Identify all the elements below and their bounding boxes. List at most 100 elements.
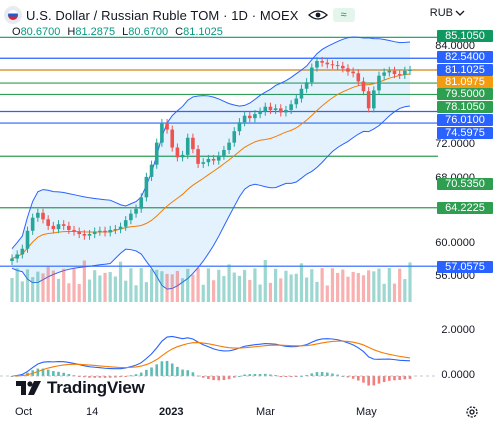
macd-line <box>11 335 411 377</box>
macd-histogram-bar <box>207 376 210 380</box>
settings-gear-icon[interactable] <box>465 405 479 419</box>
candle-body <box>118 226 123 230</box>
candle-body <box>346 68 350 72</box>
volume-bar <box>56 278 61 302</box>
level-tag[interactable]: 57.0575 <box>437 261 493 273</box>
volume-bar <box>242 269 247 302</box>
candle-body <box>77 231 81 235</box>
price-chart[interactable] <box>0 0 497 423</box>
volume-bar <box>284 270 288 302</box>
wave-icon[interactable]: ≈ <box>332 8 355 22</box>
volume-bar <box>248 280 252 302</box>
candle-body <box>222 149 226 156</box>
level-tag[interactable]: 79.5000 <box>437 88 493 100</box>
volume-bar <box>403 279 407 302</box>
volume-bar <box>72 268 76 302</box>
macd-histogram-bar <box>165 360 169 376</box>
brand-logo[interactable]: TradingView <box>16 378 145 398</box>
volume-bar <box>382 283 386 302</box>
symbol-flag-icon <box>4 6 22 24</box>
macd-histogram-bar <box>57 371 60 376</box>
volume-bar <box>211 280 216 302</box>
level-tag[interactable]: 82.5400 <box>437 51 493 63</box>
candle-body <box>408 69 412 71</box>
candle-body <box>113 229 118 231</box>
volume-bar <box>408 262 412 302</box>
candle-body <box>108 229 113 233</box>
macd-histogram-bar <box>46 369 50 376</box>
candle-body <box>366 91 371 109</box>
candle-body <box>180 154 185 158</box>
candle-body <box>170 129 175 148</box>
level-tag[interactable]: 85.1050 <box>437 30 493 42</box>
level-tag[interactable]: 81.1025 <box>437 64 493 76</box>
candle-body <box>387 70 392 73</box>
candle-body <box>382 72 386 76</box>
macd-histogram-bar <box>367 376 370 386</box>
volume-bar <box>346 276 350 302</box>
symbol-title[interactable]: U.S. Dollar / Russian Ruble TOM · 1D · M… <box>26 8 299 23</box>
time-axis-label: Mar <box>256 406 275 418</box>
macd-histogram-bar <box>357 376 360 381</box>
price-axis-label: 60.0000 <box>435 237 475 249</box>
volume-bar <box>62 268 66 302</box>
eye-icon[interactable] <box>307 8 329 22</box>
volume-bar <box>124 280 128 302</box>
candle-body <box>377 75 381 91</box>
volume-bar <box>377 268 381 302</box>
macd-histogram-bar <box>212 376 215 381</box>
candle-body <box>103 230 107 233</box>
candle-body <box>284 109 288 113</box>
macd-histogram-bar <box>284 376 288 377</box>
macd-axis-label: 0.0000 <box>441 369 475 381</box>
candle-body <box>216 155 221 161</box>
candle-body <box>335 65 340 67</box>
volume-bar <box>222 276 226 302</box>
volume-bar <box>253 268 257 302</box>
macd-histogram-bar <box>191 372 195 376</box>
volume-bar <box>108 272 112 302</box>
candle-body <box>36 212 40 218</box>
volume-bar <box>217 269 221 302</box>
macd-histogram-bar <box>181 369 184 376</box>
candle-body <box>201 162 206 164</box>
level-tag[interactable]: 74.5975 <box>437 127 493 139</box>
candle-body <box>315 61 319 68</box>
candle-body <box>165 123 169 130</box>
level-tag[interactable]: 70.5350 <box>437 178 493 190</box>
volume-bar <box>367 270 371 302</box>
volume-bar <box>20 281 24 302</box>
volume-bar <box>336 272 340 302</box>
macd-histogram-bar <box>408 376 412 379</box>
volume-bar <box>93 270 97 302</box>
level-tag[interactable]: 64.2225 <box>437 202 493 214</box>
currency-selector[interactable]: RUB <box>430 7 465 19</box>
volume-bar <box>129 268 133 302</box>
volume-bar <box>387 268 391 302</box>
candle-body <box>61 224 66 226</box>
candle-body <box>247 115 252 119</box>
volume-bar <box>25 269 30 302</box>
volume-bar <box>305 277 309 302</box>
volume-bar <box>196 268 200 302</box>
volume-bar <box>320 268 324 302</box>
macd-histogram-bar <box>393 376 396 381</box>
volume-bar <box>206 268 211 302</box>
macd-histogram-bar <box>176 366 179 376</box>
candle-body <box>320 61 324 63</box>
candle-body <box>309 67 314 83</box>
candle-body <box>372 90 376 109</box>
volume-bar <box>289 274 293 302</box>
volume-bar <box>10 278 14 302</box>
volume-bar <box>294 273 298 302</box>
volume-bar <box>144 282 148 302</box>
time-axis-label: Oct <box>15 406 33 418</box>
level-tag[interactable]: 78.1050 <box>437 101 493 113</box>
volume-bar <box>118 261 123 302</box>
candle-body <box>92 231 97 235</box>
level-tag[interactable]: 76.0100 <box>437 114 493 126</box>
time-axis-label: 2023 <box>159 406 184 418</box>
volume-bar <box>392 283 397 302</box>
level-tag[interactable]: 81.0975 <box>437 76 493 88</box>
macd-histogram-bar <box>155 364 159 376</box>
